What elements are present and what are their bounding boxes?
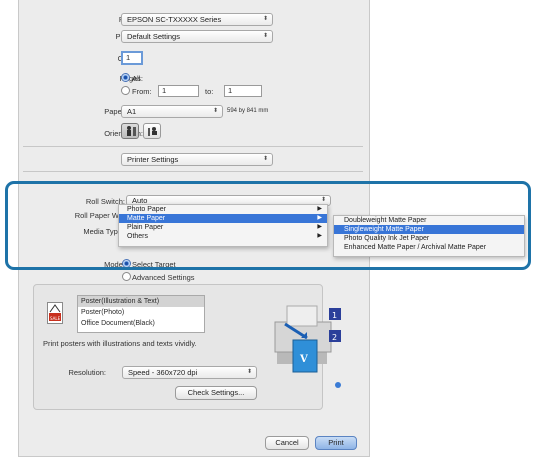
popup-arrows-icon: ⬍ (212, 108, 218, 114)
pages-all-label: All (132, 74, 141, 83)
separator (23, 146, 363, 147)
resolution-popup[interactable]: Speed - 360x720 dpi ⬍ (122, 366, 257, 379)
resolution-value: Speed - 360x720 dpi (128, 368, 198, 377)
presets-value: Default Settings (127, 32, 180, 41)
svg-text:SALE: SALE (50, 316, 61, 321)
cancel-button[interactable]: Cancel (265, 436, 309, 450)
advanced-settings-radio[interactable] (122, 272, 131, 281)
paper-size-popup[interactable]: A1 ⬍ (121, 105, 223, 118)
portrait-button[interactable] (121, 123, 139, 139)
pages-from-radio[interactable] (121, 86, 130, 95)
pages-to-label: to: (205, 87, 214, 96)
separator (23, 171, 363, 172)
check-settings-button[interactable]: Check Settings... (175, 386, 257, 400)
print-button[interactable]: Print (315, 436, 357, 450)
svg-text:V: V (299, 354, 308, 365)
copies-field[interactable]: 1 (121, 51, 143, 65)
popup-arrows-icon: ⬍ (262, 33, 268, 39)
advanced-settings-label: Advanced Settings (132, 273, 195, 282)
popup-arrows-icon: ⬍ (262, 16, 268, 22)
pages-from-field[interactable]: 1 (158, 85, 199, 97)
preset-item[interactable]: Office Document(Black) (78, 318, 204, 329)
callout-highlight-box (5, 181, 531, 270)
section-popup[interactable]: Printer Settings ⬍ (121, 153, 273, 166)
pages-from-label: From: (132, 87, 152, 96)
landscape-button[interactable] (143, 123, 161, 139)
pages-to-field[interactable]: 1 (224, 85, 262, 97)
popup-arrows-icon: ⬍ (246, 369, 252, 375)
preset-item[interactable]: Poster(Illustration & Text) (78, 296, 204, 307)
section-value: Printer Settings (127, 155, 179, 164)
target-preset-list[interactable]: Poster(Illustration & Text) Poster(Photo… (77, 295, 205, 333)
printer-value: EPSON SC-TXXXXX Series (127, 15, 222, 24)
printer-popup[interactable]: EPSON SC-TXXXXX Series ⬍ (121, 13, 273, 26)
svg-text:1: 1 (332, 311, 337, 320)
resolution-label: Resolution: (68, 368, 106, 377)
printer-illustration-icon: V 1 2 (267, 302, 347, 388)
portrait-icon (127, 126, 136, 136)
popup-arrows-icon: ⬍ (262, 156, 268, 162)
poster-thumbnail-icon: SALE (47, 302, 63, 324)
landscape-icon (148, 127, 157, 136)
paper-size-value: A1 (127, 107, 137, 116)
presets-popup[interactable]: Default Settings ⬍ (121, 30, 273, 43)
preset-description: Print posters with illustrations and tex… (43, 339, 197, 348)
paper-dimensions: 594 by 841 mm (227, 108, 269, 114)
pages-all-radio[interactable] (121, 73, 130, 82)
preset-item[interactable]: Poster(Photo) (78, 307, 204, 318)
svg-text:2: 2 (332, 333, 337, 342)
